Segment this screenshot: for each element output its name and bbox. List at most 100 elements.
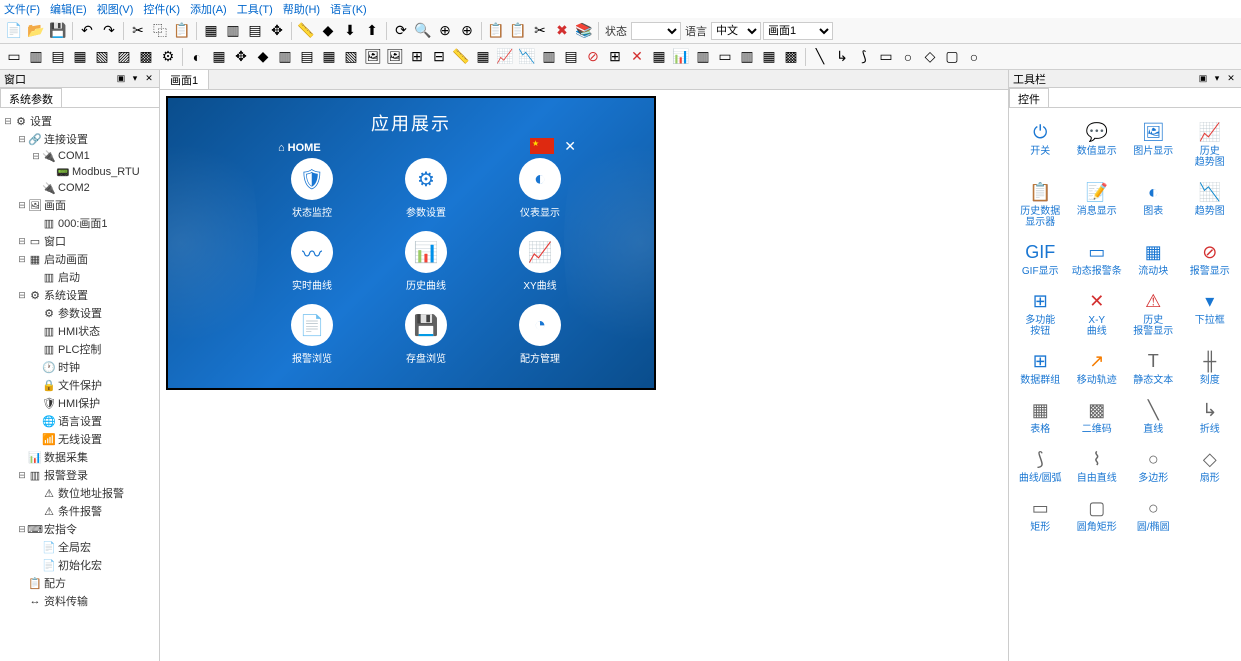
gear-icon[interactable]: ⚙ xyxy=(158,47,178,67)
tree-node[interactable]: 📄全局宏 xyxy=(2,538,157,556)
menu-language[interactable]: 语言(K) xyxy=(330,1,367,17)
hmi-tile[interactable]: 〰实时曲线 xyxy=(268,231,356,292)
tree-node[interactable]: ⚠条件报警 xyxy=(2,502,157,520)
pin-icon[interactable]: ▣ xyxy=(1197,73,1209,85)
tool-icon[interactable]: ⊟ xyxy=(429,47,449,67)
tree-node[interactable]: 🔒文件保护 xyxy=(2,376,157,394)
roundrect-icon[interactable]: ▢ xyxy=(942,47,962,67)
tree-node[interactable]: ▥HMI状态 xyxy=(2,322,157,340)
widget-item[interactable]: ▦表格 xyxy=(1013,394,1068,439)
ruler-icon[interactable]: 📏 xyxy=(296,21,316,41)
paste2-icon[interactable]: 📋 xyxy=(508,21,528,41)
menu-edit[interactable]: 编辑(E) xyxy=(50,1,87,17)
tree-node[interactable]: ▥PLC控制 xyxy=(2,340,157,358)
circle-icon[interactable]: ○ xyxy=(898,47,918,67)
compile-icon[interactable]: ◆ xyxy=(318,21,338,41)
copy-icon[interactable]: ⿻ xyxy=(150,21,170,41)
menu-tools[interactable]: 工具(T) xyxy=(237,1,273,17)
lang-select[interactable]: 中文 xyxy=(711,22,761,40)
widget-item[interactable]: ◇扇形 xyxy=(1183,443,1238,488)
order-icon[interactable]: ▤ xyxy=(245,21,265,41)
hmi-screen[interactable]: 应用展示 ⌂ HOME ✕ 🛡状态监控⚙参数设置◐仪表显示〰实时曲线📊历史曲线📈… xyxy=(166,96,656,390)
widget-item[interactable]: ▭动态报警条 xyxy=(1070,236,1125,281)
zoom-out-icon[interactable]: 🔍 xyxy=(413,21,433,41)
close-icon[interactable]: ✕ xyxy=(1225,73,1237,85)
expander-icon[interactable]: ⊟ xyxy=(2,116,14,127)
tab-widgets[interactable]: 控件 xyxy=(1009,88,1049,107)
hmi-tile[interactable]: ◔配方管理 xyxy=(496,304,584,365)
tree-node[interactable]: 📶无线设置 xyxy=(2,430,157,448)
project-tree[interactable]: ⊟⚙设置⊟🔗连接设置⊟🔌COM1📟Modbus_RTU🔌COM2⊟🖼画面▥000… xyxy=(0,108,159,661)
refresh-icon[interactable]: ⟳ xyxy=(391,21,411,41)
tree-node[interactable]: ▥000:画面1 xyxy=(2,214,157,232)
tool-icon[interactable]: 📏 xyxy=(451,47,471,67)
tool-icon[interactable]: ▤ xyxy=(297,47,317,67)
expander-icon[interactable]: ⊟ xyxy=(16,290,28,301)
rect-icon[interactable]: ▭ xyxy=(876,47,896,67)
polygon-icon[interactable]: ◇ xyxy=(920,47,940,67)
move-icon[interactable]: ✥ xyxy=(267,21,287,41)
upload-icon[interactable]: ⬆ xyxy=(362,21,382,41)
widget-item[interactable]: ⌇自由直线 xyxy=(1070,443,1125,488)
expander-icon[interactable]: ⊟ xyxy=(30,151,42,162)
widget-item[interactable]: ▾下拉框 xyxy=(1183,285,1238,341)
tool-icon[interactable]: ◐ xyxy=(187,47,207,67)
save-icon[interactable]: 💾 xyxy=(48,21,68,41)
tree-node[interactable]: ↔资料传输 xyxy=(2,592,157,610)
widget-item[interactable]: GIFGIF显示 xyxy=(1013,236,1068,281)
tool-icon[interactable]: ▭ xyxy=(4,47,24,67)
tool-icon[interactable]: ✥ xyxy=(231,47,251,67)
delete-icon[interactable]: ✖ xyxy=(552,21,572,41)
hmi-tile[interactable]: ⚙参数设置 xyxy=(382,158,470,219)
tree-node[interactable]: 📋配方 xyxy=(2,574,157,592)
tool-icon[interactable]: ▦ xyxy=(473,47,493,67)
tree-node[interactable]: ⊟▥报警登录 xyxy=(2,466,157,484)
widget-item[interactable]: ▩二维码 xyxy=(1070,394,1125,439)
align-icon[interactable]: ▥ xyxy=(223,21,243,41)
tool-icon[interactable]: ▥ xyxy=(539,47,559,67)
undo-icon[interactable]: ↶ xyxy=(77,21,97,41)
tree-node[interactable]: ⚙参数设置 xyxy=(2,304,157,322)
tool-icon[interactable]: 📊 xyxy=(671,47,691,67)
tree-node[interactable]: 🛡HMI保护 xyxy=(2,394,157,412)
download-icon[interactable]: ⬇ xyxy=(340,21,360,41)
tree-node[interactable]: ⊟▦启动画面 xyxy=(2,250,157,268)
zoom-fit-icon[interactable]: ⊕ xyxy=(435,21,455,41)
hmi-tile[interactable]: 📄报警浏览 xyxy=(268,304,356,365)
tool-icon[interactable]: 📈 xyxy=(495,47,515,67)
tool-icon[interactable]: ✕ xyxy=(627,47,647,67)
hmi-tile[interactable]: 📈XY曲线 xyxy=(496,231,584,292)
pin-icon[interactable]: ▣ xyxy=(115,73,127,85)
widget-item[interactable]: ⊞多功能按钮 xyxy=(1013,285,1068,341)
ellipse-icon[interactable]: ○ xyxy=(964,47,984,67)
widget-item[interactable]: ◐图表 xyxy=(1126,176,1181,232)
widget-item[interactable]: 💬数值显示 xyxy=(1070,116,1125,172)
expander-icon[interactable]: ⊟ xyxy=(16,200,28,211)
tool-icon[interactable]: ▦ xyxy=(649,47,669,67)
tool-icon[interactable]: ▩ xyxy=(136,47,156,67)
tool-icon[interactable]: ▦ xyxy=(759,47,779,67)
tree-node[interactable]: 🔌COM2 xyxy=(2,180,157,196)
tool-icon[interactable]: ⊞ xyxy=(407,47,427,67)
widget-item[interactable]: 🖼图片显示 xyxy=(1126,116,1181,172)
hmi-home-button[interactable]: ⌂ HOME xyxy=(278,142,321,154)
dropdown-icon[interactable]: ▾ xyxy=(1211,73,1223,85)
hmi-tile[interactable]: 🛡状态监控 xyxy=(268,158,356,219)
tool-icon[interactable]: ▥ xyxy=(693,47,713,67)
expander-icon[interactable]: ⊟ xyxy=(16,236,28,247)
widget-item[interactable]: ○圆/椭圆 xyxy=(1126,492,1181,537)
tree-node[interactable]: ⊟🔌COM1 xyxy=(2,148,157,164)
expander-icon[interactable]: ⊟ xyxy=(16,134,28,145)
widget-item[interactable]: 📝消息显示 xyxy=(1070,176,1125,232)
hmi-close-icon[interactable]: ✕ xyxy=(564,138,576,155)
tree-node[interactable]: 📊数据采集 xyxy=(2,448,157,466)
menu-add[interactable]: 添加(A) xyxy=(190,1,227,17)
hmi-tile[interactable]: ◐仪表显示 xyxy=(496,158,584,219)
tool-icon[interactable]: ▧ xyxy=(92,47,112,67)
tree-node[interactable]: 📄初始化宏 xyxy=(2,556,157,574)
widget-item[interactable]: ▭矩形 xyxy=(1013,492,1068,537)
widget-item[interactable]: ⚠历史报警显示 xyxy=(1126,285,1181,341)
tree-node[interactable]: 🕐时钟 xyxy=(2,358,157,376)
polyline-icon[interactable]: ↳ xyxy=(832,47,852,67)
tool-icon[interactable]: ▦ xyxy=(70,47,90,67)
